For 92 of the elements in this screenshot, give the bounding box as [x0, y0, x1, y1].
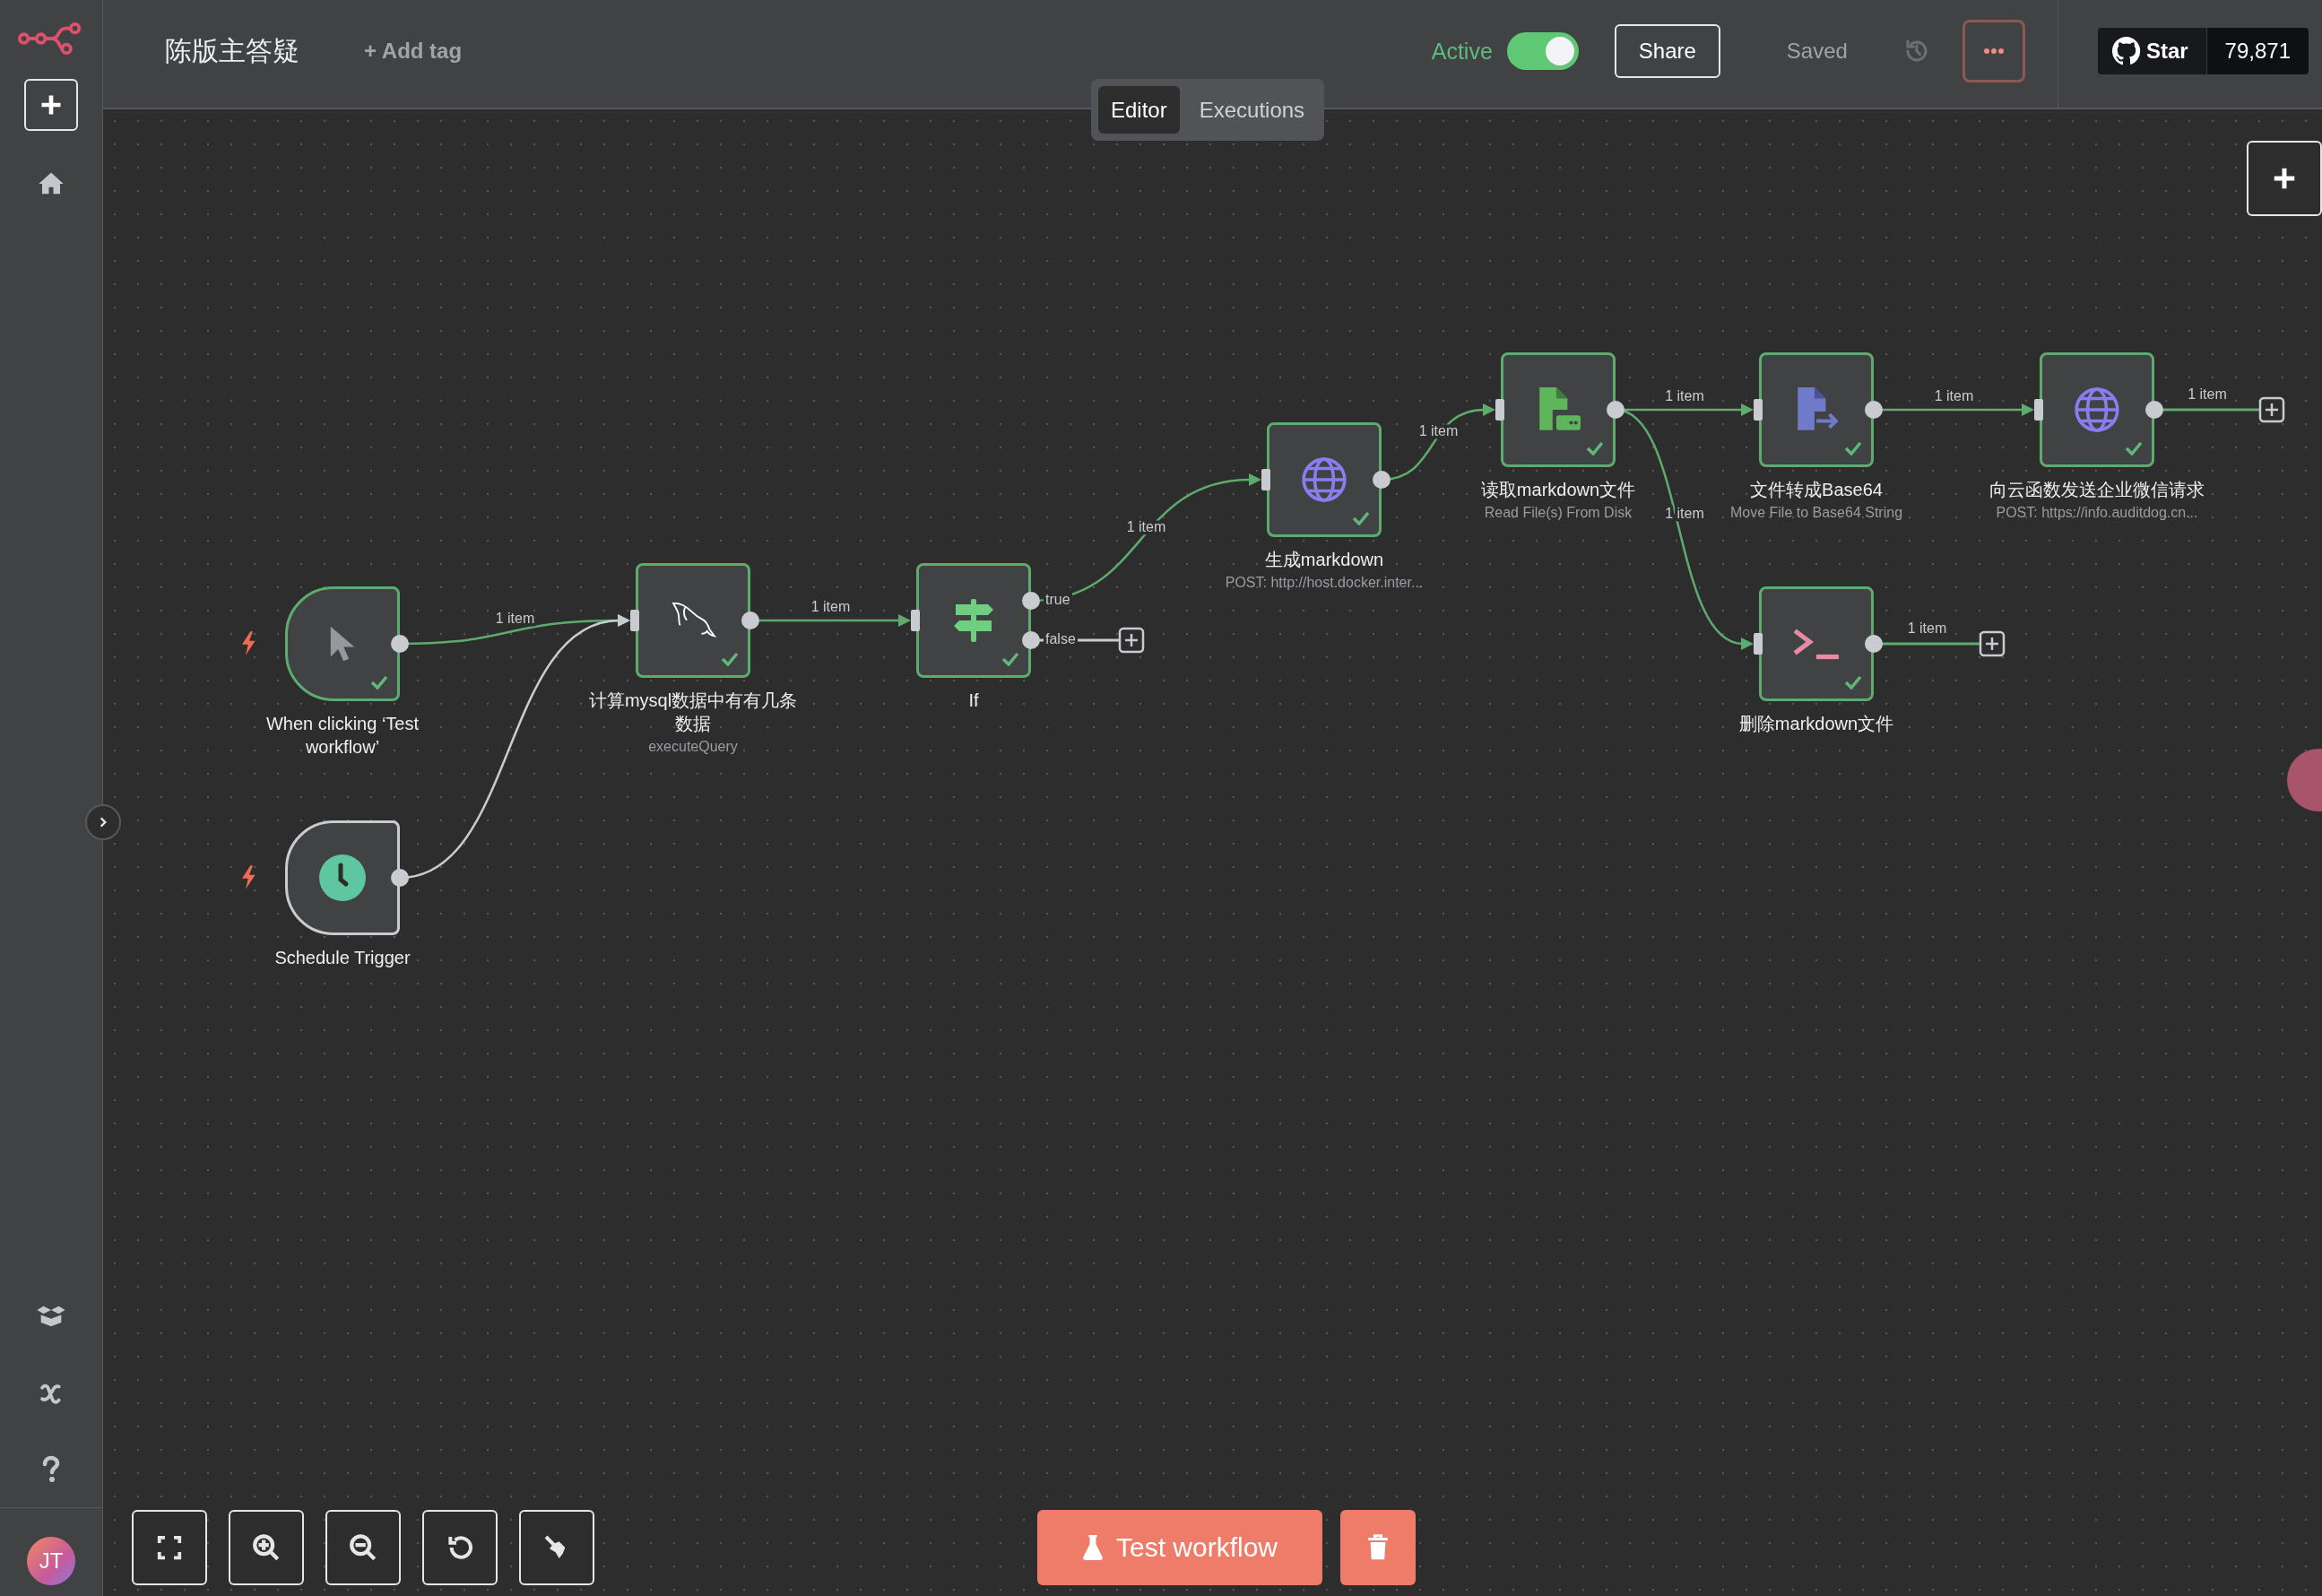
node-label: 生成markdown [1264, 549, 1384, 571]
zoom-out-button[interactable] [325, 1510, 401, 1585]
add-node-icon[interactable] [2258, 396, 2285, 423]
input-handle[interactable] [2034, 399, 2043, 421]
github-star-button[interactable]: Star [2097, 28, 2207, 74]
connection-label: 1 item [1934, 388, 1974, 403]
globe-icon [1300, 455, 1348, 504]
fit-view-icon [156, 1534, 183, 1561]
zoom-in-button[interactable] [229, 1510, 304, 1585]
output-handle[interactable] [391, 635, 409, 653]
input-handle[interactable] [630, 610, 639, 631]
output-handle[interactable] [1022, 592, 1040, 610]
checkmark-icon [1352, 511, 1370, 525]
node-label: 删除markdown文件 [1738, 713, 1894, 735]
workflow-title[interactable]: 陈版主答疑 [165, 32, 299, 70]
active-toggle[interactable] [1506, 32, 1579, 70]
connection-label: 1 item [1907, 620, 1947, 636]
user-avatar[interactable]: JT [27, 1537, 75, 1585]
box-icon[interactable] [36, 1305, 66, 1328]
clock-icon [319, 854, 366, 901]
node-label: 读取markdown文件 [1480, 479, 1636, 501]
add-tag-link[interactable]: + Add tag [364, 39, 463, 64]
flask-icon [1081, 1535, 1104, 1560]
add-button[interactable] [24, 79, 78, 131]
connection-label: 1 item [2188, 386, 2227, 402]
input-handle[interactable] [911, 610, 920, 631]
help-icon[interactable] [40, 1455, 62, 1484]
connection-label: 1 item [810, 599, 851, 614]
node-label: When clicking ‘Test workflow’ [264, 713, 420, 759]
node-subtitle: Move File to Base64 String [1729, 505, 1903, 521]
node-subtitle: Read File(s) From Disk [1484, 505, 1633, 521]
node-subtitle: POST: http://host.docker.inter... [1225, 575, 1424, 591]
lightning-icon [242, 865, 256, 889]
output-handle[interactable] [1607, 401, 1625, 419]
ellipsis-icon [1981, 48, 2006, 55]
workflow-node[interactable] [1267, 422, 1382, 537]
add-node-icon[interactable] [1118, 627, 1145, 654]
output-handle[interactable] [1373, 471, 1391, 489]
share-button[interactable]: Share [1614, 24, 1720, 78]
node-label: 计算mysql数据中有有几条数据 [587, 690, 799, 735]
view-tab[interactable]: Editor [1098, 86, 1180, 134]
fit-view-button[interactable] [132, 1510, 207, 1585]
zoom-in-icon [251, 1532, 282, 1563]
checkmark-icon [1844, 675, 1862, 690]
workflow-node[interactable] [1759, 586, 1874, 701]
input-handle[interactable] [1261, 469, 1270, 490]
output-handle[interactable] [741, 612, 759, 629]
output-handle[interactable] [1865, 635, 1883, 653]
workflow-node[interactable] [1759, 352, 1874, 467]
globe-icon [2073, 386, 2121, 434]
workflow-node[interactable] [2040, 352, 2154, 467]
output-handle[interactable] [391, 869, 409, 887]
add-node-button[interactable] [2247, 141, 2322, 216]
save-status: Saved [1786, 39, 1848, 64]
node-label: 文件转成Base64 [1750, 479, 1883, 501]
lightning-icon [242, 631, 256, 655]
checkmark-icon [370, 675, 388, 690]
connection-label: 1 item [1665, 505, 1704, 521]
github-icon [2111, 37, 2141, 65]
delete-button[interactable] [1340, 1510, 1416, 1585]
add-node-icon[interactable] [1979, 630, 2006, 657]
workflow-node[interactable] [636, 563, 750, 678]
workflow-node[interactable] [285, 586, 400, 701]
zoom-out-icon [348, 1532, 378, 1563]
connection-label: 1 item [495, 611, 535, 626]
node-subtitle: POST: https://info.auditdog.cn... [1996, 505, 2198, 521]
checkmark-icon [1586, 441, 1604, 455]
workflow-node[interactable] [1501, 352, 1616, 467]
star-count: 79,871 [2206, 28, 2309, 74]
connection-label: 1 item [1665, 388, 1704, 403]
reset-zoom-button[interactable] [422, 1510, 498, 1585]
node-subtitle: executeQuery [648, 739, 738, 755]
checkmark-icon [721, 652, 739, 666]
output-handle[interactable] [1865, 401, 1883, 419]
trash-icon [1367, 1534, 1389, 1561]
view-tab[interactable]: Executions [1186, 86, 1318, 134]
tidy-up-button[interactable] [519, 1510, 594, 1585]
active-label: Active [1431, 38, 1493, 65]
node-label: If [968, 690, 979, 712]
output-handle[interactable] [1022, 631, 1040, 649]
input-handle[interactable] [1495, 399, 1504, 421]
input-handle[interactable] [1754, 399, 1763, 421]
workflow-node[interactable] [285, 820, 400, 935]
checkmark-icon [2125, 441, 2143, 455]
node-label: Schedule Trigger [274, 947, 411, 969]
undo-icon [446, 1533, 474, 1562]
input-handle[interactable] [1754, 633, 1763, 655]
checkmark-icon [1001, 652, 1019, 666]
workflow-node[interactable] [916, 563, 1031, 678]
checkmark-icon [1844, 441, 1862, 455]
node-label: 向云函数发送企业微信请求 [1989, 479, 2205, 501]
output-handle[interactable] [2145, 401, 2163, 419]
